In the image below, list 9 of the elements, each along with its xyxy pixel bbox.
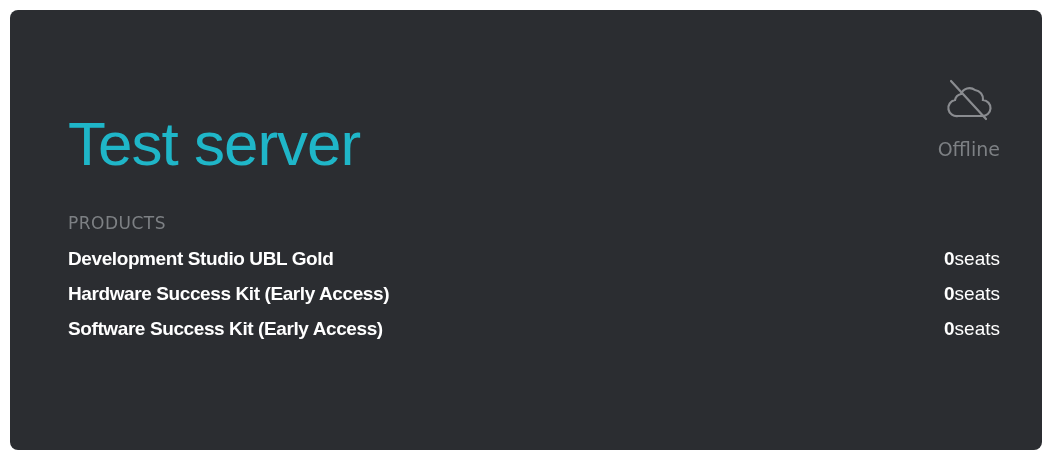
product-name: Software Success Kit (Early Access) xyxy=(68,317,383,340)
section-heading: PRODUCTS xyxy=(68,213,168,233)
seat-count: 0seats xyxy=(944,317,1000,340)
status-label: Offline xyxy=(937,138,1000,160)
seat-count: 0seats xyxy=(944,247,1000,270)
product-name: Hardware Success Kit (Early Access) xyxy=(68,282,390,305)
product-name: Development Studio UBL Gold xyxy=(68,247,334,270)
seat-count: 0seats xyxy=(944,282,1000,305)
server-title: Test server xyxy=(68,108,361,179)
